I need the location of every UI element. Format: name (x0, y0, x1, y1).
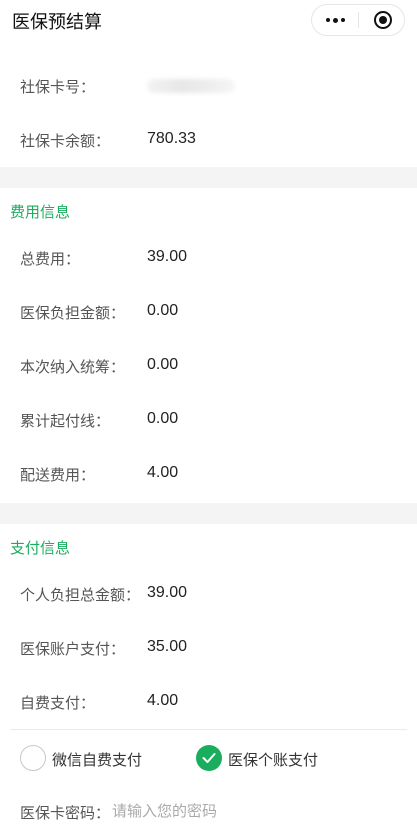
fee-label: 累计起付线： (20, 413, 111, 430)
pay-row: 医保账户支付： 35.00 (10, 621, 407, 676)
medical-account-label[interactable]: 医保个账支付 (228, 749, 318, 770)
more-icon[interactable] (312, 5, 358, 35)
mini-program-capsule (311, 4, 405, 36)
card-balance-label: 社保卡余额： (20, 133, 111, 150)
wechat-pay-label[interactable]: 微信自费支付 (52, 749, 142, 770)
pay-row: 个人负担总金额： 39.00 (10, 567, 407, 622)
card-balance-value: 780.33 (147, 130, 196, 147)
fee-value: 0.00 (147, 410, 179, 427)
pay-value: 4.00 (147, 692, 179, 709)
fee-row: 配送费用： 4.00 (10, 447, 407, 501)
fee-value: 0.00 (147, 356, 179, 373)
payment-method-group: 微信自费支付 医保个账支付 (0, 736, 417, 782)
password-input[interactable] (112, 798, 392, 824)
close-target-icon[interactable] (374, 11, 392, 29)
page-title: 医保预结算 (12, 12, 102, 32)
pay-label: 个人负担总金额： (20, 587, 141, 604)
capsule-divider (358, 12, 359, 28)
password-label: 医保卡密码： (20, 805, 111, 822)
fee-label: 配送费用： (20, 467, 96, 484)
card-number-label: 社保卡号： (20, 79, 96, 96)
medical-account-radio[interactable] (196, 745, 222, 771)
fee-row: 本次纳入统筹： 0.00 (10, 339, 407, 394)
fee-label: 本次纳入统筹： (20, 359, 126, 376)
fee-section-title: 费用信息 (10, 204, 71, 221)
card-number-row: 社保卡号： (10, 59, 407, 114)
fee-row: 总费用： 39.00 (10, 231, 407, 286)
fee-row: 累计起付线： 0.00 (10, 393, 407, 448)
fee-label: 医保负担金额： (20, 305, 126, 322)
pay-label: 医保账户支付： (20, 641, 126, 658)
fee-row: 医保负担金额： 0.00 (10, 285, 407, 340)
wechat-pay-radio[interactable] (20, 745, 46, 771)
section-gap (0, 167, 417, 188)
card-balance-row: 社保卡余额： 780.33 (10, 113, 407, 167)
password-row: 医保卡密码： (10, 784, 407, 836)
pay-value: 35.00 (147, 638, 188, 655)
fee-label: 总费用： (20, 251, 81, 268)
pay-label: 自费支付： (20, 695, 96, 712)
pay-row: 自费支付： 4.00 (10, 675, 407, 730)
checkmark-icon (202, 753, 216, 763)
pay-value: 39.00 (147, 584, 188, 601)
card-number-masked (147, 79, 235, 93)
pay-section-title: 支付信息 (10, 540, 71, 557)
nav-bar: 医保预结算 (0, 0, 417, 40)
fee-value: 0.00 (147, 302, 179, 319)
fee-value: 4.00 (147, 464, 179, 481)
fee-value: 39.00 (147, 248, 188, 265)
section-gap (0, 503, 417, 524)
